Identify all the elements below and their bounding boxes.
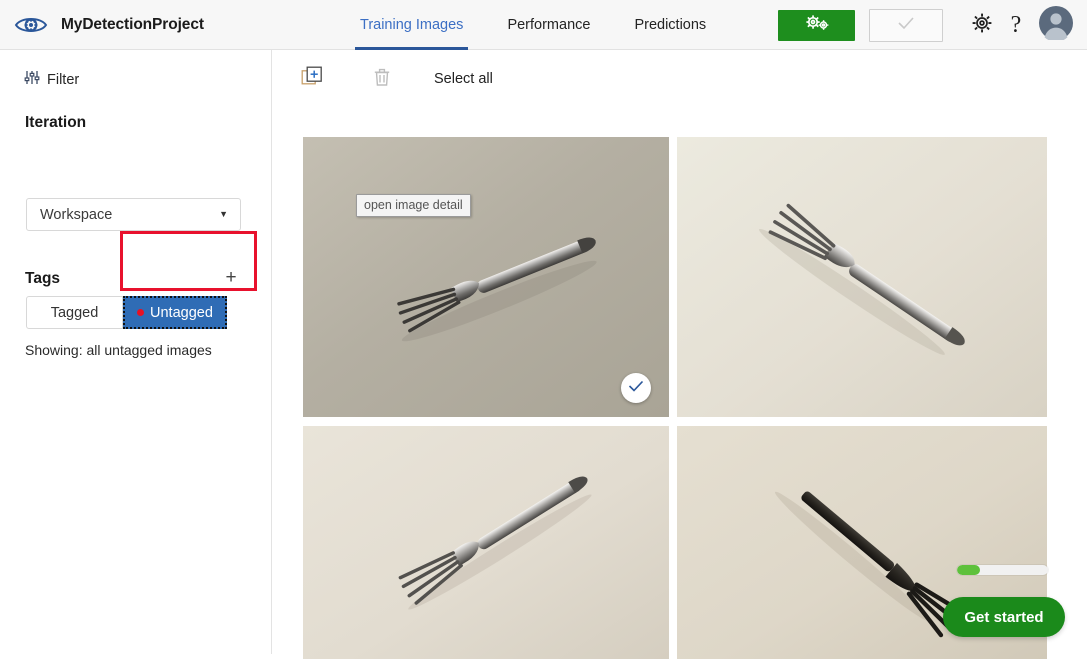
- get-started-button[interactable]: Get started: [943, 597, 1065, 637]
- onboarding-progress-bar: [957, 565, 1048, 575]
- tab-performance[interactable]: Performance: [485, 0, 612, 50]
- training-images-grid: open image detail: [303, 137, 1047, 659]
- chevron-down-icon: ▼: [219, 209, 228, 219]
- tag-button-tagged[interactable]: Tagged: [26, 296, 123, 329]
- add-images-icon: [301, 66, 323, 93]
- silver-fork-tines-lower-left-photo: [303, 426, 669, 659]
- help-button[interactable]: ?: [999, 8, 1033, 42]
- onboarding-progress-fill: [957, 565, 980, 575]
- gear-icon: [971, 12, 993, 39]
- tab-predictions[interactable]: Predictions: [612, 0, 728, 50]
- tags-heading: Tags: [25, 270, 61, 287]
- tag-button-label: Untagged: [150, 304, 213, 321]
- filter-button[interactable]: Filter: [24, 70, 79, 90]
- add-images-button[interactable]: [295, 62, 329, 96]
- tag-button-label: Tagged: [50, 304, 99, 321]
- project-title: MyDetectionProject: [61, 15, 204, 33]
- app-header: MyDetectionProject Training Images Perfo…: [0, 0, 1087, 50]
- trash-icon: [373, 67, 391, 92]
- image-card-3[interactable]: [303, 426, 669, 659]
- tab-training-images[interactable]: Training Images: [338, 0, 485, 50]
- train-button[interactable]: [778, 9, 855, 41]
- image-card-1[interactable]: open image detail: [303, 137, 669, 417]
- iteration-dropdown[interactable]: Workspace ▼: [26, 198, 241, 231]
- filter-label: Filter: [47, 72, 80, 88]
- tag-button-untagged[interactable]: Untagged: [123, 296, 227, 329]
- untagged-dot-icon: [137, 309, 144, 316]
- image-card-2[interactable]: [677, 137, 1047, 417]
- sliders-icon: [24, 70, 40, 90]
- checkmark-icon: [628, 379, 644, 397]
- delete-images-button[interactable]: [365, 62, 399, 96]
- plus-icon: +: [225, 266, 237, 288]
- tab-label: Predictions: [634, 17, 707, 33]
- settings-button[interactable]: [965, 8, 999, 42]
- quick-test-button[interactable]: [869, 8, 943, 42]
- select-all-button[interactable]: Select all: [434, 71, 493, 87]
- select-all-label: Select all: [434, 71, 493, 87]
- header-actions: ?: [778, 0, 1079, 50]
- add-tag-button[interactable]: +: [220, 266, 242, 288]
- images-toolbar: Select all: [273, 50, 1087, 108]
- silver-fork-tines-left-photo: [677, 137, 1047, 417]
- eye-gear-icon: [14, 13, 48, 37]
- image-tooltip: open image detail: [356, 194, 471, 217]
- user-avatar-icon: [1039, 5, 1073, 45]
- main-tabs: Training Images Performance Predictions: [338, 0, 728, 50]
- tag-filter-toggle: Tagged Untagged: [26, 296, 227, 329]
- gears-icon: [802, 14, 832, 37]
- showing-status: Showing: all untagged images: [25, 342, 212, 358]
- tab-label: Training Images: [360, 17, 464, 33]
- iteration-heading: Iteration: [25, 114, 87, 131]
- silver-fork-diagonal-photo: [303, 137, 669, 417]
- avatar[interactable]: [1033, 2, 1079, 48]
- brand[interactable]: MyDetectionProject: [14, 13, 204, 37]
- tab-label: Performance: [507, 17, 591, 33]
- sidebar: Filter Iteration Workspace ▼ Tags + Tagg…: [0, 50, 272, 654]
- question-mark-icon: ?: [1010, 12, 1022, 38]
- select-image-checkbox[interactable]: [621, 373, 651, 403]
- iteration-dropdown-value: Workspace: [40, 206, 113, 223]
- checkmark-icon: [896, 16, 916, 35]
